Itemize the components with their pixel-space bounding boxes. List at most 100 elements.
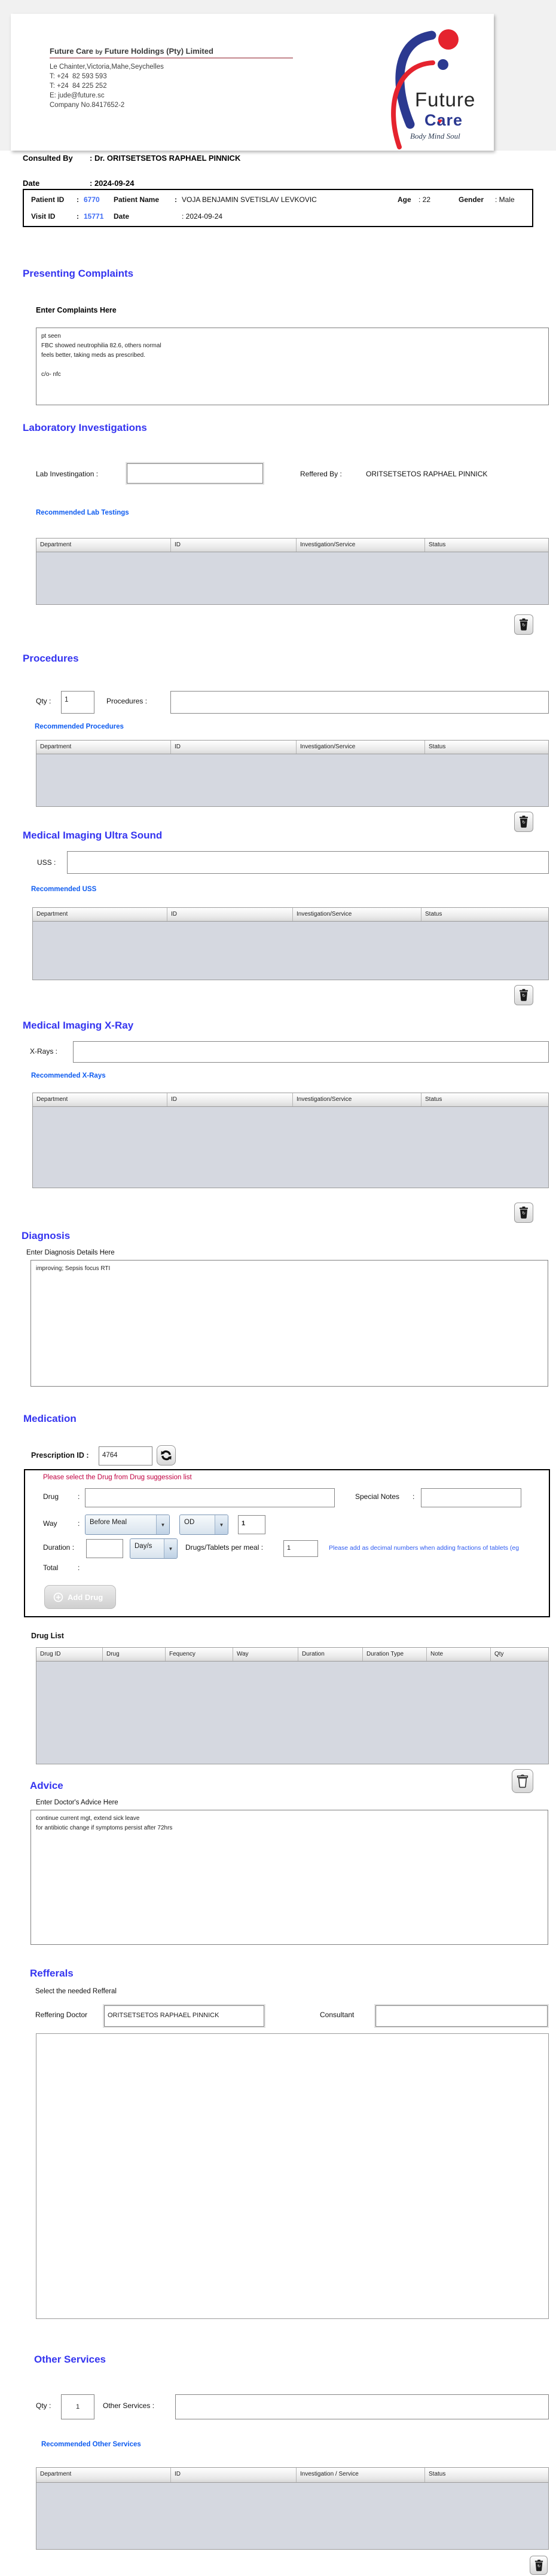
column-header: Department <box>33 1093 167 1106</box>
logo-swoosh-icon <box>391 29 459 149</box>
company-suffix: Future Holdings (Pty) Limited <box>104 47 213 56</box>
svg-text:↻: ↻ <box>522 821 526 825</box>
reffered-by-value: ORITSETSETOS RAPHAEL PINNICK <box>366 470 488 478</box>
column-header: ID <box>171 539 297 552</box>
other-services-delete-button[interactable]: ↻ <box>530 2556 548 2575</box>
column-header: Department <box>36 2468 171 2482</box>
section-heading-advice: Advice <box>30 1780 63 1791</box>
add-drug-button[interactable]: Add Drug <box>44 1585 116 1609</box>
drug-list-table-header: Drug ID Drug Fequency Way Duration Durat… <box>36 1647 549 1662</box>
other-qty-input[interactable]: 1 <box>61 2394 94 2419</box>
age-label: Age <box>398 195 411 204</box>
reffering-doctor-input[interactable]: ORITSETSETOS RAPHAEL PINNICK <box>104 2005 264 2027</box>
other-services-input[interactable] <box>175 2394 549 2419</box>
logo-word-care: Care <box>424 111 463 129</box>
column-header: Investigation / Service <box>297 2468 425 2482</box>
refferal-listbox[interactable] <box>36 2033 549 2319</box>
section-heading-procedures: Procedures <box>23 653 79 664</box>
prescription-id-input[interactable]: 4764 <box>99 1446 152 1466</box>
company-title: Future Care by Future Holdings (Pty) Lim… <box>50 47 293 56</box>
special-notes-label: Special Notes <box>355 1492 400 1501</box>
company-title-underline <box>50 57 293 59</box>
recommended-other-services-link[interactable]: Recommended Other Services <box>41 2441 141 2448</box>
other-services-table-body <box>36 2483 549 2550</box>
section-heading-medication: Medication <box>23 1413 77 1424</box>
column-header: ID <box>167 1093 293 1106</box>
drug-label: Drug <box>43 1492 59 1501</box>
column-header: Duration Type <box>363 1648 427 1661</box>
xray-delete-button[interactable]: ↻ <box>514 1203 533 1223</box>
procedures-table-body <box>36 754 549 807</box>
column-header: Department <box>33 908 167 921</box>
procedures-table-header: Department ID Investigation/Service Stat… <box>36 740 549 754</box>
svg-text:↻: ↻ <box>522 1211 526 1216</box>
consult-date-value: : 2024-09-24 <box>90 179 135 188</box>
frequency-dropdown[interactable]: OD ▼ <box>179 1515 228 1535</box>
visit-id-label: Visit ID <box>31 212 56 221</box>
way-label: Way <box>43 1519 57 1528</box>
duration-unit-dropdown[interactable]: Day/s ▼ <box>130 1538 178 1559</box>
prescription-refresh-button[interactable] <box>157 1445 176 1466</box>
drug-list-label: Drug List <box>31 1632 64 1640</box>
visit-date-value: : 2024-09-24 <box>182 212 223 221</box>
company-prefix: Future Care <box>50 47 93 56</box>
drug-input[interactable] <box>85 1488 335 1507</box>
column-header: Status <box>429 744 446 750</box>
refferals-sublabel: Select the needed Refferal <box>35 1988 117 1995</box>
duration-input[interactable] <box>86 1539 123 1558</box>
xrays-label: X-Rays : <box>30 1047 58 1056</box>
patient-name-value: VOJA BENJAMIN SVETISLAV LEVKOVIC <box>182 195 317 204</box>
special-notes-input[interactable] <box>421 1488 521 1507</box>
trash-outline-icon <box>517 1775 528 1788</box>
column-header: Department <box>36 741 171 754</box>
visit-id-value: 15771 <box>84 212 104 221</box>
diagnosis-textarea[interactable]: improving; Sepsis focus RTI <box>30 1260 548 1387</box>
recommended-procedures-link[interactable]: Recommended Procedures <box>35 723 124 730</box>
drug-entry-box: Please select the Drug from Drug suggess… <box>24 1469 550 1617</box>
procedures-qty-input[interactable]: 1 <box>61 691 94 714</box>
procedures-delete-button[interactable]: ↻ <box>514 812 533 832</box>
recommended-lab-testings-link[interactable]: Recommended Lab Testings <box>36 509 129 516</box>
trash-icon: ↻ <box>534 2559 543 2571</box>
separator: : <box>78 1519 80 1528</box>
consulted-by-row: Consulted By : Dr. ORITSETSETOS RAPHAEL P… <box>23 153 240 164</box>
column-header: Drug <box>103 1648 166 1661</box>
visit-date-label: Date <box>114 212 130 221</box>
plus-circle-icon <box>53 1592 63 1602</box>
section-heading-other-services: Other Services <box>34 2354 106 2365</box>
reffered-by-label: Reffered By : <box>300 470 342 478</box>
company-by: by <box>95 49 103 56</box>
uss-delete-button[interactable]: ↻ <box>514 985 533 1005</box>
complaints-textarea[interactable]: pt seen FBC showed neutrophilia 82.6, ot… <box>36 328 549 405</box>
per-meal-input[interactable]: 1 <box>283 1540 318 1557</box>
advice-delete-button[interactable] <box>512 1769 533 1793</box>
other-services-table-header: Department ID Investigation / Service St… <box>36 2467 549 2483</box>
lab-delete-button[interactable]: ↻ <box>514 614 533 635</box>
consulted-by-label: Consulted By <box>23 154 73 163</box>
column-header: Qty <box>494 1651 504 1657</box>
lab-table-body <box>36 552 549 605</box>
duration-unit-value: Day/s <box>135 1543 152 1550</box>
trash-icon: ↻ <box>520 618 528 631</box>
separator: : <box>413 1492 415 1501</box>
meal-dropdown[interactable]: Before Meal ▼ <box>85 1515 170 1535</box>
recommended-xrays-link[interactable]: Recommended X-Rays <box>31 1072 106 1079</box>
xray-table-header: Department ID Investigation/Service Stat… <box>32 1093 549 1107</box>
xray-table-body <box>32 1107 549 1188</box>
consult-date-label: Date <box>23 179 40 188</box>
consulted-by-value: : Dr. ORITSETSETOS RAPHAEL PINNICK <box>90 154 241 163</box>
advice-textarea[interactable]: continue current mgt, extend sick leave … <box>30 1810 548 1945</box>
consultant-input[interactable] <box>375 2005 548 2027</box>
logo-word-future: Future <box>415 88 476 111</box>
way-qty-input[interactable]: 1 <box>238 1515 265 1534</box>
other-qty-label: Qty : <box>36 2401 51 2410</box>
recommended-uss-link[interactable]: Recommended USS <box>31 886 96 893</box>
lab-investigation-input[interactable] <box>127 463 263 484</box>
company-block: Future Care by Future Holdings (Pty) Lim… <box>50 47 293 110</box>
xrays-input[interactable] <box>73 1041 549 1063</box>
procedures-input[interactable] <box>170 691 549 714</box>
uss-label: USS : <box>37 858 56 867</box>
column-header: Fequency <box>166 1648 233 1661</box>
reffering-doctor-label: Reffering Doctor <box>35 2011 88 2019</box>
uss-input[interactable] <box>67 851 549 874</box>
